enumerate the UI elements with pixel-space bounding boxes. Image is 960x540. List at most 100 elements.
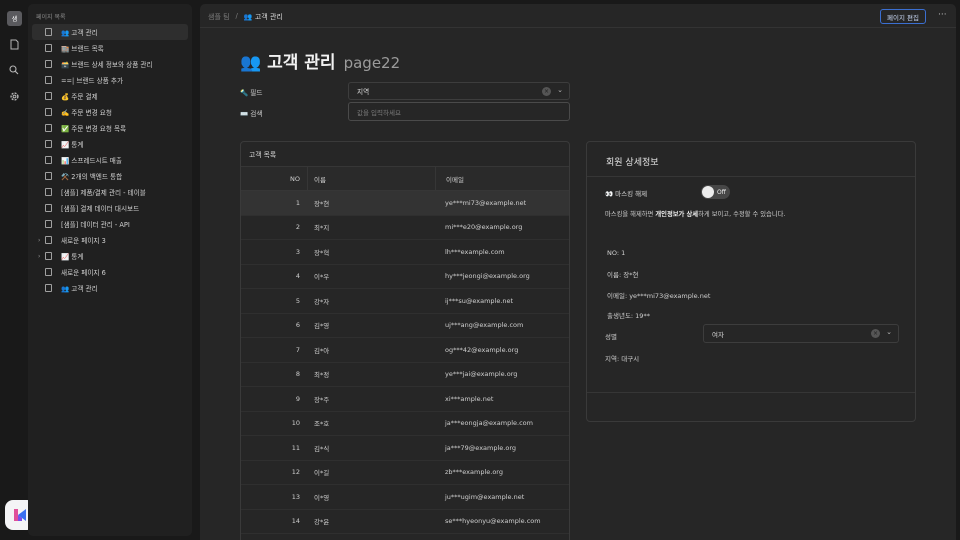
table-row[interactable]: 9 장*주 xi***ample.net (241, 387, 569, 412)
detail-name: 이름: 장*현 (607, 271, 639, 279)
cell-name: 강*자 (314, 297, 330, 306)
detail-no: NO: 1 (607, 249, 626, 257)
cell-name: 김*식 (314, 444, 330, 453)
sidebar-item[interactable]: 📈 통계 (32, 136, 188, 152)
header-email[interactable]: 이메일 (435, 167, 569, 190)
document-icon (45, 236, 52, 244)
page-title: 👥 고객 관리 page22 (240, 48, 400, 73)
sidebar-item[interactable]: [샘플] 데이터 관리 - API (32, 216, 188, 232)
cell-no: 1 (295, 198, 300, 207)
sidebar-item[interactable]: 💰 주문 결제 (32, 88, 188, 104)
search-input[interactable]: 값을 입력하세요 (348, 102, 570, 121)
cell-email: og***42@example.org (445, 345, 519, 354)
document-icon (45, 76, 52, 84)
document-icon (45, 220, 52, 228)
edit-page-button[interactable]: 페이지 편집 (880, 9, 926, 24)
table-title: 고객 목록 (249, 151, 277, 159)
page-list: 👥 고객 관리 🏬 브랜드 목록 🗃️ 브랜드 상세 정보와 상품 관리 ==|… (32, 24, 188, 296)
cell-name: 조*호 (314, 420, 330, 429)
table-row[interactable]: 3 장*혁 lh***example.com (241, 240, 569, 265)
clear-icon[interactable]: × (542, 87, 551, 96)
divider (587, 176, 915, 177)
gender-select[interactable]: 여자 × ⌄ (703, 324, 899, 343)
cell-no: 8 (295, 370, 300, 379)
mask-description: 마스킹을 해제하면 개인정보가 상세하게 보이고, 수정할 수 있습니다. (605, 209, 785, 218)
cell-name: 강*윤 (314, 518, 330, 527)
table-row[interactable]: 1 장*현 ye***mi73@example.net (241, 191, 569, 216)
desc-suffix: 하게 보이고, 수정할 수 있습니다. (698, 211, 786, 218)
sidebar-item[interactable]: 👥 고객 관리 (32, 24, 188, 40)
search-icon[interactable] (8, 64, 20, 76)
cell-email: uj***ang@example.com (445, 321, 524, 330)
sidebar-item[interactable]: › 새로운 페이지 3 (32, 232, 188, 248)
header-no[interactable]: NO (241, 175, 307, 183)
sidebar-item[interactable]: ⚒️ 2개의 백엔드 통합 (32, 168, 188, 184)
sidebar-item-label: 🗃️ 브랜드 상세 정보와 상품 관리 (61, 61, 153, 69)
table-row[interactable]: 4 이*우 hy***jeongi@example.org (241, 265, 569, 289)
cell-name: 이*우 (314, 273, 330, 282)
table-row[interactable]: 5 강*자 ij***su@example.net (241, 289, 569, 314)
table-row[interactable]: 7 김*아 og***42@example.org (241, 338, 569, 363)
sidebar-item[interactable]: [샘플] 결제 데이터 대시보드 (32, 200, 188, 216)
header-name[interactable]: 이름 (307, 167, 435, 190)
table-row[interactable]: 14 강*윤 se***hyeonyu@example.com (241, 510, 569, 534)
sidebar-item[interactable]: 🗃️ 브랜드 상세 정보와 상품 관리 (32, 56, 188, 72)
cell-name: 김*아 (314, 346, 330, 355)
sidebar-item-label: 👥 고객 관리 (61, 285, 98, 293)
detail-region: 지역: 대구시 (605, 355, 640, 363)
mask-toggle[interactable]: Off (701, 185, 730, 199)
more-options-icon[interactable]: ··· (938, 10, 947, 20)
sidebar-item-label: ==| 브랜드 상품 추가 (61, 77, 124, 85)
sidebar-item-label: [샘플] 데이터 관리 - API (61, 221, 130, 229)
chevron-right-icon[interactable]: › (38, 237, 44, 244)
table-row[interactable]: 12 이*길 zb***example.org (241, 461, 569, 485)
cell-no: 11 (291, 443, 300, 452)
settings-icon[interactable] (8, 90, 20, 102)
breadcrumb-root[interactable]: 샘플 팀 (208, 12, 230, 22)
page-title-text: 👥 고객 관리 (240, 53, 336, 73)
chevron-down-icon[interactable]: ⌄ (886, 328, 892, 336)
page-icon[interactable] (8, 38, 20, 50)
sidebar-item-label: ✅ 주문 변경 요청 목록 (61, 125, 127, 133)
main-panel: 샘플 팀 / 👥 고객 관리 페이지 편집 ··· 👥 고객 관리 page22… (200, 4, 956, 540)
sidebar-item[interactable]: 🏬 브랜드 목록 (32, 40, 188, 56)
cell-name: 장*현 (314, 199, 330, 208)
cell-no: 3 (295, 247, 300, 256)
field-select[interactable]: 지역 × ⌄ (348, 82, 570, 100)
table-row[interactable]: 11 김*식 ja***79@example.org (241, 436, 569, 461)
document-icon (45, 92, 52, 100)
sidebar-item-label: 새로운 페이지 3 (61, 237, 106, 245)
cell-name: 최*정 (314, 371, 330, 380)
chevron-right-icon[interactable]: › (38, 253, 44, 260)
document-icon (45, 140, 52, 148)
page-sidebar: 페이지 목록 👥 고객 관리 🏬 브랜드 목록 🗃️ 브랜드 상세 정보와 상품… (28, 4, 192, 536)
sidebar-item[interactable]: [샘플] 제품/결제 관리 - 테이블 (32, 184, 188, 200)
table-row[interactable]: 6 김*영 uj***ang@example.com (241, 314, 569, 338)
table-row[interactable]: 10 조*호 ja***eongja@example.com (241, 412, 569, 436)
sidebar-item[interactable]: ==| 브랜드 상품 추가 (32, 72, 188, 88)
gender-select-value: 여자 (712, 330, 724, 339)
sidebar-item[interactable]: 👥 고객 관리 (32, 280, 188, 296)
table-row[interactable]: 13 이*영 ju***ugim@example.net (241, 485, 569, 510)
detail-email: 이메일: ye***mi73@example.net (607, 292, 711, 300)
workspace-button[interactable]: 샘 (7, 11, 22, 26)
table-header: NO 이름 이메일 (241, 166, 569, 191)
sidebar-item[interactable]: ✅ 주문 변경 요청 목록 (32, 120, 188, 136)
sidebar-item[interactable]: ✍️ 주문 변경 요청 (32, 104, 188, 120)
sidebar-item[interactable]: 새로운 페이지 6 (32, 264, 188, 280)
cell-no: 9 (295, 394, 300, 403)
table-row[interactable]: 8 최*정 ye***jai@example.org (241, 363, 569, 387)
sidebar-item[interactable]: › 📈 통계 (32, 248, 188, 264)
cell-email: lh***example.com (445, 247, 505, 256)
cell-name: 장*혁 (314, 248, 330, 257)
sidebar-item[interactable]: 📊 스프레드시트 매출 (32, 152, 188, 168)
table-row[interactable]: 2 최*지 mi***e20@example.org (241, 216, 569, 240)
breadcrumb-current: 👥 고객 관리 (243, 13, 283, 21)
detail-title: 회원 상세정보 (606, 158, 659, 168)
cell-email: hy***jeongi@example.org (445, 272, 530, 281)
cell-email: xi***ample.net (445, 394, 494, 403)
chevron-down-icon[interactable]: ⌄ (557, 86, 563, 94)
clear-icon[interactable]: × (871, 329, 880, 338)
detail-birth-year: 출생년도: 19** (607, 312, 650, 320)
member-detail-card: 회원 상세정보 👀 마스킹 해제 Off 마스킹을 해제하면 개인정보가 상세하… (586, 141, 916, 422)
